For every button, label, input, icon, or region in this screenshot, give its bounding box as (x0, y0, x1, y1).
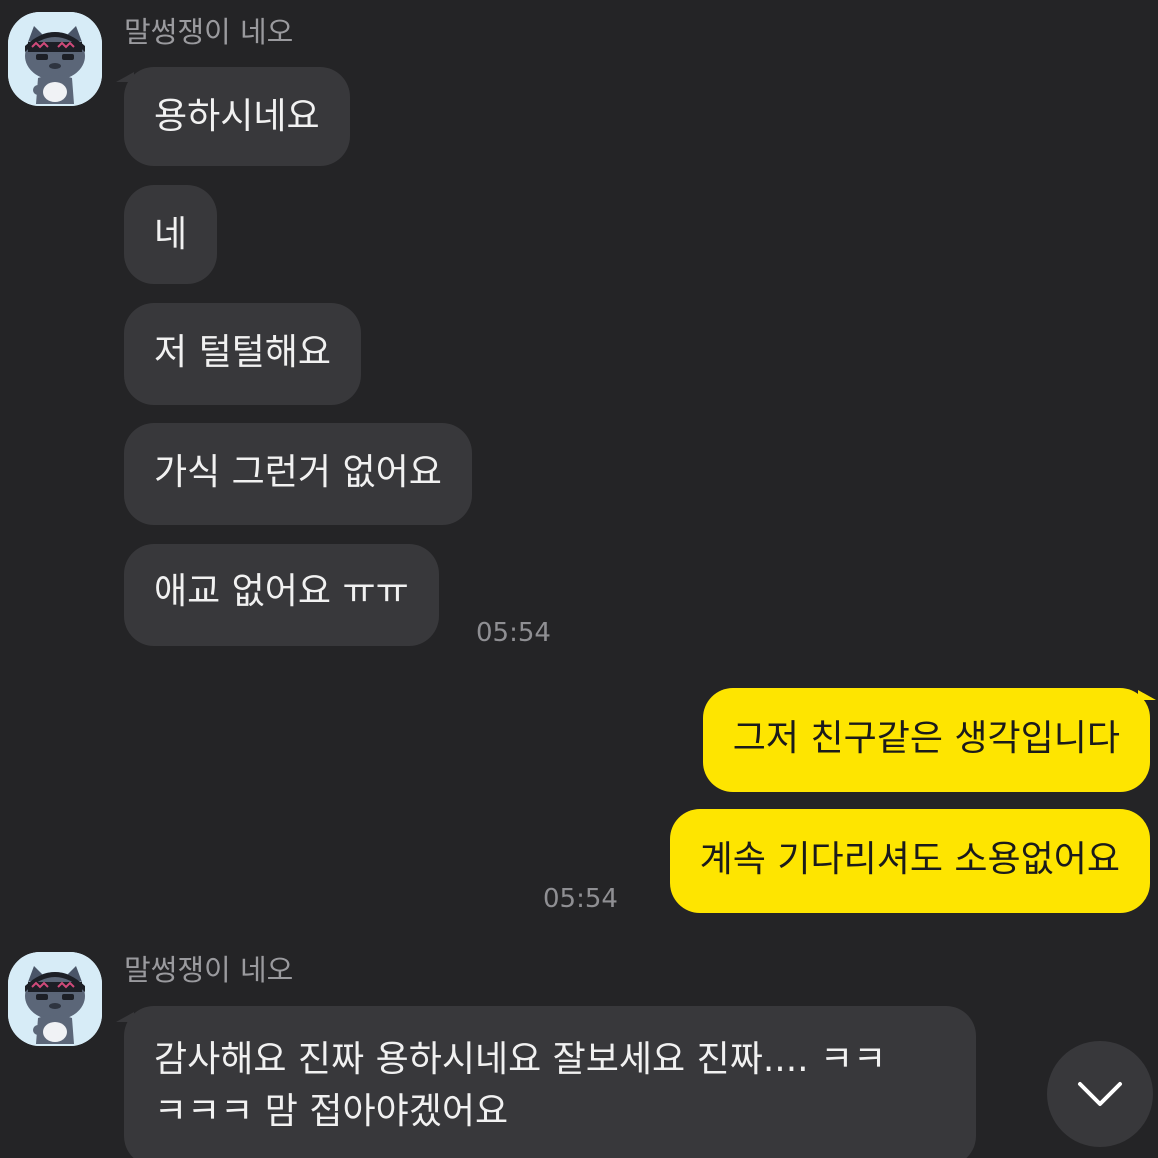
message-line: ㅋㅋㅋ 맘 접아야겠어요 (154, 1091, 509, 1132)
sender-avatar[interactable] (8, 952, 102, 1046)
my-message-bubble[interactable]: 그저 친구같은 생각입니다 (702, 688, 1150, 792)
message-bubble[interactable]: 용하시네요 (124, 67, 350, 166)
message-bubble[interactable]: 감사해요 진짜 용하시네요 잘보세요 진짜.... ㅋㅋ ㅋㅋㅋ 맘 접아야겠어… (124, 1006, 976, 1158)
message-bubble[interactable]: 가식 그런거 없어요 (124, 423, 472, 525)
neo-cat-avatar-icon (8, 952, 102, 1046)
message-bubble[interactable]: 네 (124, 185, 218, 284)
chat-room: 말썽쟁이 네오 용하시네요 네 저 털털해요 가식 그런거 없어요 애교 없어요… (0, 0, 1158, 1158)
sender-name: 말썽쟁이 네오 (124, 953, 294, 987)
sender-avatar[interactable] (8, 12, 102, 106)
neo-cat-avatar-icon (8, 12, 102, 106)
message-bubble[interactable]: 저 털털해요 (124, 303, 362, 405)
my-message-bubble[interactable]: 계속 기다리셔도 소용없어요 (669, 809, 1150, 913)
message-bubble[interactable]: 애교 없어요 ㅠㅠ (124, 544, 439, 646)
chevron-down-icon (1078, 1082, 1122, 1106)
message-line: 감사해요 진짜 용하시네요 잘보세요 진짜.... ㅋㅋ (154, 1039, 887, 1080)
message-time: 05:54 (476, 618, 551, 648)
message-time: 05:54 (543, 884, 618, 914)
sender-name: 말썽쟁이 네오 (124, 15, 294, 49)
scroll-to-bottom-button[interactable] (1047, 1041, 1153, 1147)
